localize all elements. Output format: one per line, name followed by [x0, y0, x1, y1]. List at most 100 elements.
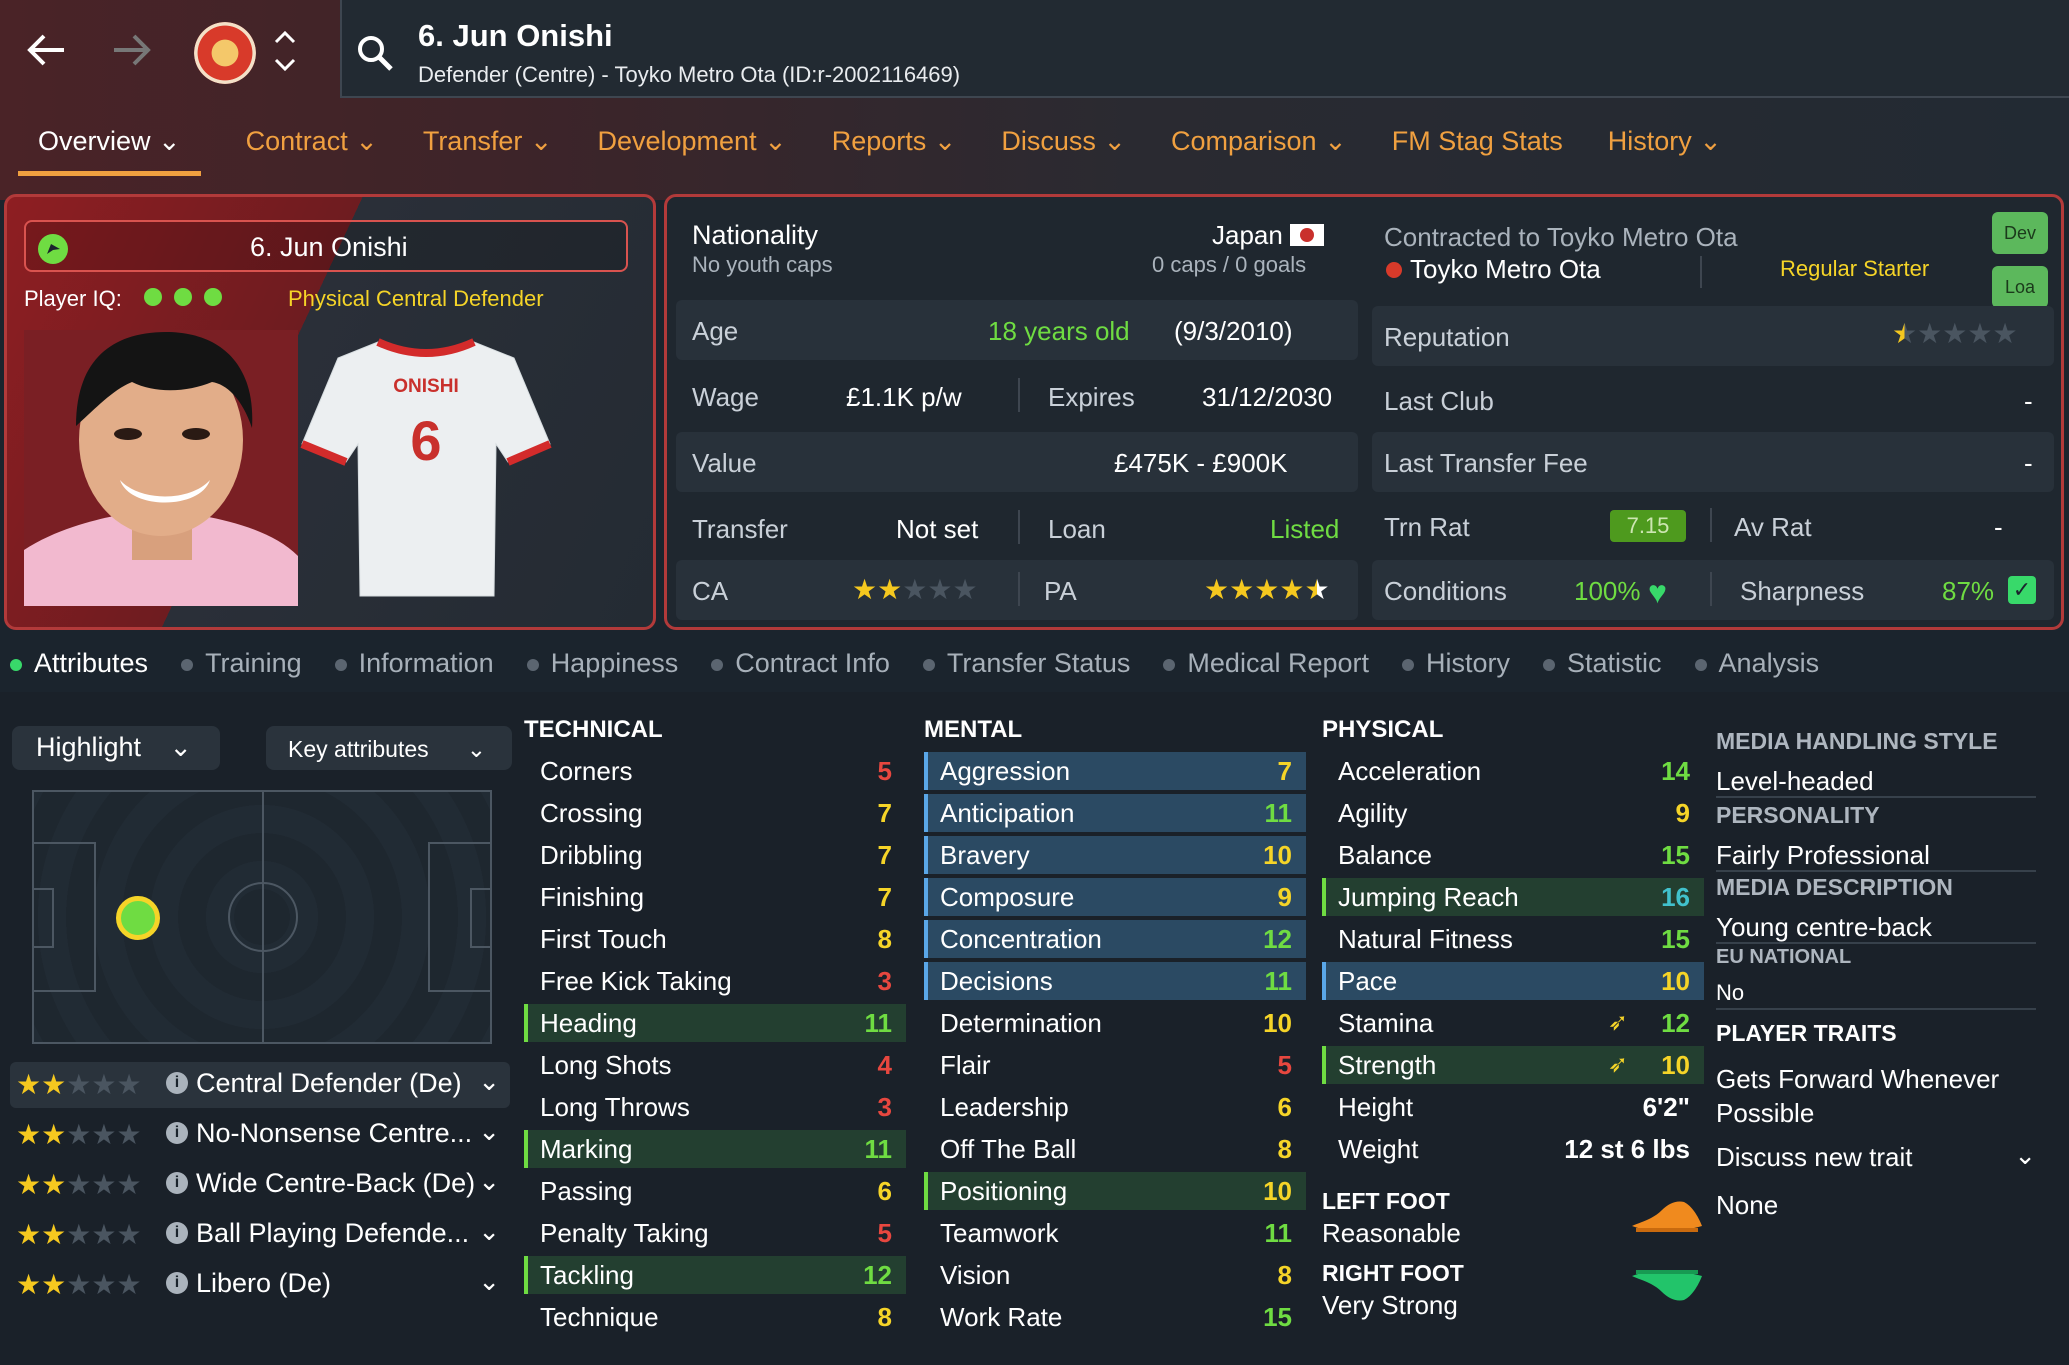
- attribute-row[interactable]: Anticipation 11: [924, 794, 1306, 832]
- attribute-value: 5: [1277, 1050, 1292, 1080]
- chevron-down-icon[interactable]: ⌄: [478, 1266, 500, 1297]
- attribute-row[interactable]: Acceleration 14: [1322, 752, 1704, 790]
- tab-development[interactable]: Development ⌄: [597, 126, 786, 176]
- info-icon[interactable]: i: [166, 1272, 188, 1294]
- search-icon[interactable]: [356, 34, 396, 79]
- divider: [1716, 1008, 2036, 1010]
- key-attributes-dropdown[interactable]: Key attributes ⌄: [266, 726, 512, 770]
- attribute-row[interactable]: Strength ➶ 10: [1322, 1046, 1704, 1084]
- attribute-row[interactable]: Determination 10: [924, 1004, 1306, 1042]
- attribute-row[interactable]: Vision 8: [924, 1256, 1306, 1294]
- info-icon[interactable]: i: [166, 1122, 188, 1144]
- attribute-row[interactable]: Weight 12 st 6 lbs: [1322, 1130, 1704, 1168]
- subtab-transfer-status[interactable]: Transfer Status: [922, 648, 1130, 679]
- subtab-happiness[interactable]: Happiness: [526, 648, 678, 679]
- back-button[interactable]: [24, 28, 68, 81]
- attribute-row[interactable]: Crossing 7: [524, 794, 906, 832]
- loan-button[interactable]: Loa: [1992, 266, 2048, 308]
- subtab-history[interactable]: History: [1402, 648, 1510, 679]
- club-badge[interactable]: [194, 22, 256, 84]
- discuss-new-trait-dropdown[interactable]: Discuss new trait ⌄: [1710, 1136, 2046, 1180]
- attribute-row[interactable]: Work Rate 15: [924, 1298, 1306, 1336]
- attribute-row[interactable]: Marking 11: [524, 1130, 906, 1168]
- attribute-row[interactable]: Dribbling 7: [524, 836, 906, 874]
- role-libero[interactable]: ★★★★★ i Libero (De) ⌄: [10, 1262, 510, 1308]
- subtab-medical-report[interactable]: Medical Report: [1163, 648, 1369, 679]
- attribute-row[interactable]: Stamina ➶ 12: [1322, 1004, 1704, 1042]
- club-name[interactable]: Toyko Metro Ota: [1410, 254, 1601, 285]
- attribute-value: 8: [1277, 1260, 1292, 1290]
- loan-label: Loan: [1048, 514, 1106, 544]
- attribute-row[interactable]: Leadership 6: [924, 1088, 1306, 1126]
- highlight-bar: [524, 1004, 528, 1042]
- subtab-training[interactable]: Training: [181, 648, 302, 679]
- attribute-row[interactable]: Jumping Reach 16: [1322, 878, 1704, 916]
- highlight-bar: [924, 794, 928, 832]
- divider: [1710, 508, 1712, 542]
- attribute-row[interactable]: Finishing 7: [524, 878, 906, 916]
- attribute-row[interactable]: Pace 10: [1322, 962, 1704, 1000]
- tab-comparison[interactable]: Comparison ⌄: [1171, 126, 1347, 176]
- attribute-row[interactable]: Long Shots 4: [524, 1046, 906, 1084]
- subtab-information[interactable]: Information: [334, 648, 494, 679]
- subtab-attributes[interactable]: Attributes: [10, 648, 148, 679]
- attribute-row[interactable]: Penalty Taking 5: [524, 1214, 906, 1252]
- info-icon[interactable]: i: [166, 1072, 188, 1094]
- attribute-row[interactable]: Technique 8: [524, 1298, 906, 1336]
- attribute-name: Positioning: [940, 1176, 1068, 1206]
- chevron-down-icon[interactable]: ⌄: [478, 1166, 500, 1197]
- tab-overview[interactable]: Overview ⌄: [18, 126, 201, 176]
- attribute-row[interactable]: Decisions 11: [924, 962, 1306, 1000]
- nationality-country: Japan: [1212, 220, 1283, 250]
- attribute-row[interactable]: Long Throws 3: [524, 1088, 906, 1126]
- attribute-row[interactable]: Tackling 12: [524, 1256, 906, 1294]
- forward-button[interactable]: [110, 28, 154, 81]
- attribute-row[interactable]: Free Kick Taking 3: [524, 962, 906, 1000]
- attribute-row[interactable]: Aggression 7: [924, 752, 1306, 790]
- tab-discuss[interactable]: Discuss ⌄: [1001, 126, 1126, 176]
- chevron-down-icon[interactable]: ⌄: [478, 1066, 500, 1097]
- tab-reports[interactable]: Reports ⌄: [832, 126, 957, 176]
- attribute-row[interactable]: Concentration 12: [924, 920, 1306, 958]
- attribute-row[interactable]: Bravery 10: [924, 836, 1306, 874]
- subtab-contract-info[interactable]: Contract Info: [711, 648, 890, 679]
- player-position-marker: [116, 896, 160, 940]
- tab-history[interactable]: History ⌄: [1608, 126, 1722, 176]
- role-label: No-Nonsense Centre...: [196, 1118, 473, 1148]
- age-value: 18 years old: [988, 316, 1130, 346]
- chevron-down-icon[interactable]: ⌄: [478, 1116, 500, 1147]
- attribute-name: Height: [1338, 1092, 1414, 1122]
- role-ball-playing-defender[interactable]: ★★★★★ i Ball Playing Defende... ⌄: [10, 1212, 510, 1258]
- subtab-statistic[interactable]: Statistic: [1543, 648, 1662, 679]
- history-stepper[interactable]: [272, 24, 298, 84]
- dev-button[interactable]: Dev: [1992, 212, 2048, 254]
- attribute-row[interactable]: First Touch 8: [524, 920, 906, 958]
- attribute-row[interactable]: Flair 5: [924, 1046, 1306, 1084]
- tab-contract[interactable]: Contract ⌄: [246, 126, 378, 176]
- attribute-value: 15: [1661, 840, 1690, 870]
- attribute-row[interactable]: Balance 15: [1322, 836, 1704, 874]
- role-no-nonsense-centre-back[interactable]: ★★★★★ i No-Nonsense Centre... ⌄: [10, 1112, 510, 1158]
- chevron-down-icon[interactable]: ⌄: [478, 1216, 500, 1247]
- tab-transfer[interactable]: Transfer ⌄: [423, 126, 553, 176]
- highlight-dropdown[interactable]: Highlight ⌄: [12, 726, 220, 770]
- role-central-defender[interactable]: ★★★★★ i Central Defender (De) ⌄: [10, 1062, 510, 1108]
- attribute-row[interactable]: Agility 9: [1322, 794, 1704, 832]
- attribute-row[interactable]: Height 6'2": [1322, 1088, 1704, 1126]
- attribute-row[interactable]: Corners 5: [524, 752, 906, 790]
- role-wide-centre-back[interactable]: ★★★★★ i Wide Centre-Back (De) ⌄: [10, 1162, 510, 1208]
- attribute-row[interactable]: Composure 9: [924, 878, 1306, 916]
- attribute-row[interactable]: Passing 6: [524, 1172, 906, 1210]
- attribute-row[interactable]: Heading 11: [524, 1004, 906, 1042]
- info-icon[interactable]: i: [166, 1172, 188, 1194]
- attribute-row[interactable]: Positioning 10: [924, 1172, 1306, 1210]
- attribute-row[interactable]: Teamwork 11: [924, 1214, 1306, 1252]
- subtab-analysis[interactable]: Analysis: [1694, 648, 1819, 679]
- attribute-row[interactable]: Off The Ball 8: [924, 1130, 1306, 1168]
- attribute-value: 10: [1263, 1176, 1292, 1206]
- japan-flag-icon: [1290, 224, 1324, 246]
- info-icon[interactable]: i: [166, 1222, 188, 1244]
- tab-fm-stag-stats[interactable]: FM Stag Stats: [1392, 126, 1563, 176]
- attribute-name: Concentration: [940, 924, 1102, 954]
- attribute-row[interactable]: Natural Fitness 15: [1322, 920, 1704, 958]
